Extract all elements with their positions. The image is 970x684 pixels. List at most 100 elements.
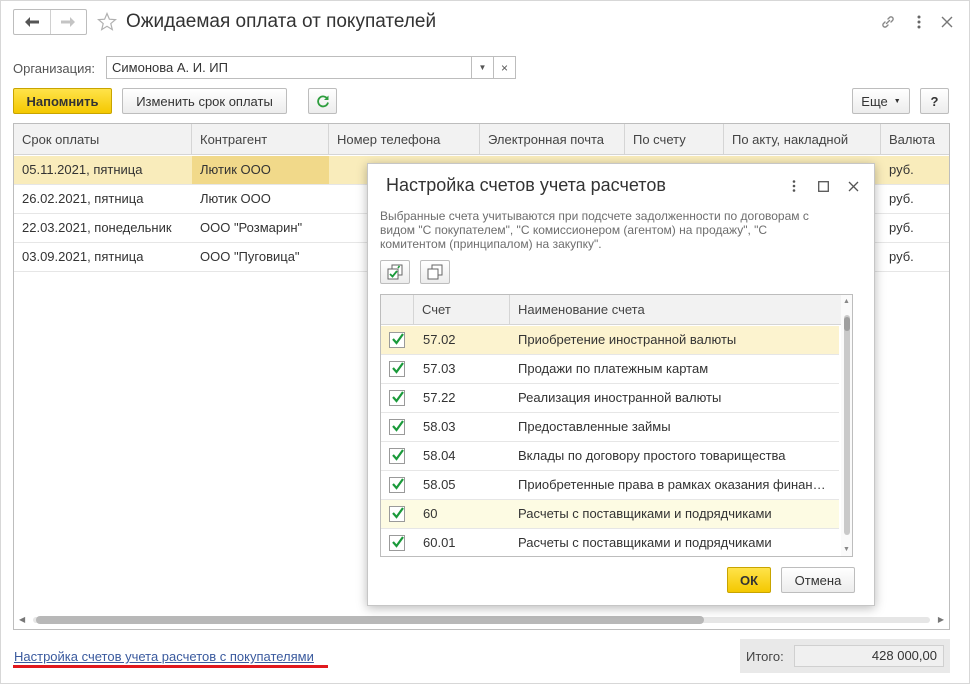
check-all-icon <box>387 264 403 280</box>
account-row[interactable]: 60 Расчеты с поставщиками и подрядчиками <box>381 500 839 529</box>
account-row[interactable]: 58.03 Предоставленные займы <box>381 413 839 442</box>
account-row[interactable]: 57.03 Продажи по платежным картам <box>381 355 839 384</box>
scroll-left-icon[interactable]: ◀ <box>19 615 25 624</box>
refresh-button[interactable] <box>308 88 337 114</box>
account-code: 60 <box>423 506 438 521</box>
nav-buttons <box>13 9 87 35</box>
accounts-settings-dialog: Настройка счетов учета расчетов Выбранны… <box>367 163 875 606</box>
checkmark-icon <box>392 507 404 519</box>
col-due-date[interactable]: Срок оплаты <box>14 124 192 155</box>
scroll-track <box>844 315 850 535</box>
total-value: 428 000,00 <box>794 645 944 667</box>
more-vertical-icon[interactable] <box>786 178 802 194</box>
cell-contractor: ООО "Розмарин" <box>200 220 303 235</box>
account-checkbox[interactable] <box>389 390 405 406</box>
cell-currency: руб. <box>889 191 914 206</box>
more-button-label: Еще <box>861 93 888 109</box>
account-row[interactable]: 57.02 Приобретение иностранной валюты <box>381 326 839 355</box>
more-vertical-icon[interactable] <box>910 13 928 31</box>
org-clear-button[interactable]: × <box>493 56 516 79</box>
account-checkbox[interactable] <box>389 332 405 348</box>
account-name: Вклады по договору простого товарищества <box>518 448 786 463</box>
arrow-left-icon <box>24 17 39 27</box>
account-name: Приобретенные права в рамках оказания фи… <box>518 477 830 492</box>
dropdown-arrow-icon: ▼ <box>478 63 487 72</box>
account-row[interactable]: 60.01 Расчеты с поставщиками и подрядчик… <box>381 529 839 556</box>
col-currency[interactable]: Валюта <box>881 124 949 155</box>
checkmark-icon <box>392 333 404 345</box>
scroll-thumb[interactable] <box>36 616 704 624</box>
total-label: Итого: <box>746 649 784 664</box>
account-code: 60.01 <box>423 535 456 550</box>
account-name: Предоставленные займы <box>518 419 671 434</box>
cell-contractor: Лютик ООО <box>192 156 329 184</box>
account-checkbox[interactable] <box>389 419 405 435</box>
account-row[interactable]: 57.22 Реализация иностранной валюты <box>381 384 839 413</box>
dialog-note: Выбранные счета учитываются при подсчете… <box>380 209 809 251</box>
account-checkbox[interactable] <box>389 448 405 464</box>
cell-due-date: 22.03.2021, понедельник <box>22 220 172 235</box>
ok-button[interactable]: ОК <box>727 567 771 593</box>
cell-currency: руб. <box>889 220 914 235</box>
forward-button[interactable] <box>49 10 86 34</box>
col-account-name[interactable]: Наименование счета <box>510 295 839 325</box>
org-field[interactable]: Симонова А. И. ИП <box>106 56 472 79</box>
account-checkbox[interactable] <box>389 506 405 522</box>
change-term-button[interactable]: Изменить срок оплаты <box>122 88 287 114</box>
close-icon[interactable] <box>845 178 861 194</box>
col-by-act[interactable]: По акту, накладной <box>724 124 881 155</box>
col-email[interactable]: Электронная почта <box>480 124 625 155</box>
col-check <box>381 295 414 325</box>
favorite-star-icon[interactable] <box>97 12 117 32</box>
account-row[interactable]: 58.04 Вклады по договору простого товари… <box>381 442 839 471</box>
col-account[interactable]: Счет <box>414 295 510 325</box>
org-dropdown-button[interactable]: ▼ <box>471 56 494 79</box>
account-code: 57.22 <box>423 390 456 405</box>
account-row[interactable]: 58.05 Приобретенные права в рамках оказа… <box>381 471 839 500</box>
scroll-up-icon[interactable]: ▲ <box>843 298 850 305</box>
vertical-scrollbar[interactable]: ▲ ▼ <box>841 295 852 556</box>
help-button[interactable]: ? <box>920 88 949 114</box>
scroll-thumb[interactable] <box>844 317 850 331</box>
account-checkbox[interactable] <box>389 477 405 493</box>
close-icon[interactable] <box>938 13 956 31</box>
check-all-button[interactable] <box>380 260 410 284</box>
account-name: Продажи по платежным картам <box>518 361 709 376</box>
checkmark-icon <box>392 391 404 403</box>
account-name: Расчеты с поставщиками и подрядчиками <box>518 535 772 550</box>
checkmark-icon <box>392 420 404 432</box>
cell-currency: руб. <box>889 249 914 264</box>
cancel-button[interactable]: Отмена <box>781 567 855 593</box>
remind-button[interactable]: Напомнить <box>13 88 112 114</box>
accounts-table-header: Счет Наименование счета <box>381 295 843 325</box>
uncheck-all-button[interactable] <box>420 260 450 284</box>
maximize-icon[interactable] <box>815 178 831 194</box>
table-header: Срок оплаты Контрагент Номер телефона Эл… <box>14 124 949 155</box>
accounts-table: Счет Наименование счета 57.02 Приобретен… <box>380 294 853 557</box>
settings-link[interactable]: Настройка счетов учета расчетов с покупа… <box>14 649 314 664</box>
clear-icon: × <box>500 60 508 75</box>
more-button[interactable]: Еще ▼ <box>852 88 910 114</box>
cell-contractor: ООО "Пуговица" <box>200 249 300 264</box>
account-name: Расчеты с поставщиками и подрядчиками <box>518 506 772 521</box>
account-name: Приобретение иностранной валюты <box>518 332 737 347</box>
back-button[interactable] <box>14 10 50 34</box>
highlight-underline <box>13 665 328 668</box>
checkmark-icon <box>392 362 404 374</box>
uncheck-all-icon <box>427 264 443 280</box>
horizontal-scrollbar[interactable]: ◀ ▶ <box>13 611 950 628</box>
refresh-icon <box>316 95 329 108</box>
scroll-down-icon[interactable]: ▼ <box>843 546 850 553</box>
scroll-right-icon[interactable]: ▶ <box>938 615 944 624</box>
account-checkbox[interactable] <box>389 535 405 551</box>
checkmark-icon <box>392 536 404 548</box>
col-phone[interactable]: Номер телефона <box>329 124 480 155</box>
dialog-title: Настройка счетов учета расчетов <box>386 175 666 195</box>
cell-due-date: 26.02.2021, пятница <box>22 191 144 206</box>
checkmark-icon <box>392 449 404 461</box>
link-icon[interactable] <box>879 13 897 31</box>
col-by-invoice[interactable]: По счету <box>625 124 724 155</box>
account-checkbox[interactable] <box>389 361 405 377</box>
col-contractor[interactable]: Контрагент <box>192 124 329 155</box>
account-name: Реализация иностранной валюты <box>518 390 722 405</box>
